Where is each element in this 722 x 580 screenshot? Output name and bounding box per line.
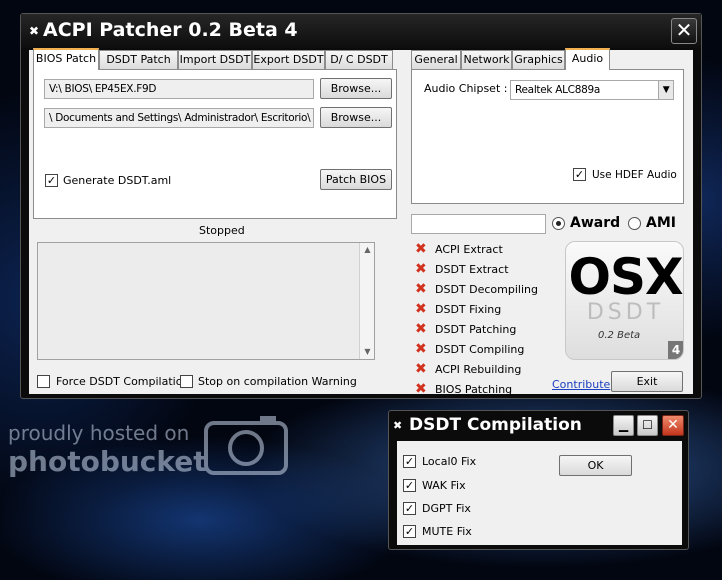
app-icon: ✖ (28, 24, 40, 38)
error-x-icon: ✖ (415, 241, 427, 257)
camera-icon (204, 416, 288, 475)
step-label: DSDT Extract (435, 263, 509, 276)
fix-checkbox-dgpt[interactable]: ✓ (403, 502, 416, 515)
window-content: BIOS Patch DSDT Patch Import DSDT Export… (29, 48, 693, 397)
osx-dsdt-logo: OSX DSDT 0.2 Beta 4 (565, 241, 684, 360)
error-x-icon: ✖ (415, 341, 427, 357)
step-label: ACPI Rebuilding (435, 363, 522, 376)
force-compilation-checkbox[interactable] (37, 375, 50, 388)
maximize-button[interactable]: ☐ (637, 415, 658, 436)
chevron-down-icon[interactable]: ▼ (658, 81, 673, 99)
ok-button[interactable]: OK (559, 455, 632, 476)
fix-checkbox-wak[interactable]: ✓ (403, 479, 416, 492)
step-label: DSDT Fixing (435, 303, 502, 316)
fix-checkbox-mute[interactable]: ✓ (403, 525, 416, 538)
watermark-line1: proudly hosted on (8, 421, 190, 445)
step-label: DSDT Compiling (435, 343, 525, 356)
error-x-icon: ✖ (415, 361, 427, 377)
log-scrollbar[interactable]: ▲ ▼ (359, 243, 374, 359)
contribute-link[interactable]: Contribute (552, 378, 610, 391)
dialog-content: ✓ Local0 Fix ✓ WAK Fix ✓ DGPT Fix ✓ MUTE… (397, 441, 682, 545)
radio-award[interactable] (552, 217, 565, 230)
error-x-icon: ✖ (415, 301, 427, 317)
dsdt-path-field[interactable]: \ Documents and Settings\ Administrador\… (44, 108, 314, 128)
step-label: BIOS Patching (435, 383, 513, 396)
fix-checkbox-local0[interactable]: ✓ (403, 455, 416, 468)
logo-osx-text: OSX (568, 248, 683, 306)
radio-ami-label: AMI (646, 215, 676, 231)
logo-dsdt-text: DSDT (586, 300, 665, 325)
dsdt-compilation-dialog: ✖ DSDT Compilation ▁ ☐ ✕ ✓ Local0 Fix ✓ … (388, 410, 689, 550)
force-compilation-label: Force DSDT Compilation (56, 375, 190, 388)
tab-network[interactable]: Network (461, 50, 512, 69)
use-hdef-label: Use HDEF Audio (592, 169, 677, 181)
stop-on-warning-checkbox[interactable] (180, 375, 193, 388)
tab-bios-patch[interactable]: BIOS Patch (33, 48, 99, 70)
exit-button[interactable]: Exit (611, 371, 683, 392)
minimize-button[interactable]: ▁ (613, 415, 634, 436)
tab-import-dsdt[interactable]: Import DSDT (178, 50, 252, 69)
error-x-icon: ✖ (415, 261, 427, 277)
bios-patch-panel: V:\ BIOS\ EP45EX.F9D Browse... \ Documen… (33, 69, 397, 219)
title-bar[interactable]: ✖ ACPI Patcher 0.2 Beta 4 ✕ (21, 14, 701, 48)
photobucket-watermark: proudly hosted on photobucket (0, 405, 310, 495)
audio-chipset-value: Realtek ALC889a (515, 84, 600, 96)
fix-label: WAK Fix (422, 479, 466, 492)
step-label: DSDT Decompiling (435, 283, 538, 296)
error-x-icon: ✖ (415, 381, 427, 397)
fix-label: Local0 Fix (422, 455, 477, 468)
audio-panel: Audio Chipset : Realtek ALC889a ▼ ✓ Use … (411, 69, 684, 204)
bios-input-field[interactable] (411, 214, 546, 234)
log-output[interactable]: ▲ ▼ (37, 242, 375, 360)
app-icon: ✖ (393, 419, 403, 432)
step-label: DSDT Patching (435, 323, 517, 336)
browse-dsdt-button[interactable]: Browse... (320, 107, 392, 128)
tab-audio[interactable]: Audio (565, 48, 610, 70)
fix-label: MUTE Fix (422, 525, 472, 538)
patch-bios-button[interactable]: Patch BIOS (320, 169, 392, 190)
error-x-icon: ✖ (415, 321, 427, 337)
window-title: ACPI Patcher 0.2 Beta 4 (43, 19, 298, 41)
logo-version-text: 0.2 Beta (598, 330, 641, 341)
stop-on-warning-label: Stop on compilation Warning (198, 375, 357, 388)
dialog-close-button[interactable]: ✕ (662, 415, 684, 436)
generate-dsdt-checkbox[interactable]: ✓ (45, 174, 58, 187)
dialog-title: DSDT Compilation (409, 415, 582, 435)
acpi-patcher-window: ✖ ACPI Patcher 0.2 Beta 4 ✕ BIOS Patch D… (20, 13, 702, 399)
bios-path-field[interactable]: V:\ BIOS\ EP45EX.F9D (44, 79, 314, 99)
fix-label: DGPT Fix (422, 502, 471, 515)
radio-ami[interactable] (628, 217, 641, 230)
error-x-icon: ✖ (415, 281, 427, 297)
logo-badge: 4 (668, 341, 683, 359)
tab-dc-dsdt[interactable]: D/ C DSDT (325, 50, 393, 69)
generate-dsdt-label: Generate DSDT.aml (63, 174, 172, 187)
tab-dsdt-patch[interactable]: DSDT Patch (99, 50, 178, 69)
scroll-up-icon[interactable]: ▲ (360, 243, 375, 257)
watermark-line2: photobucket (8, 445, 207, 478)
tab-general[interactable]: General (411, 50, 461, 69)
status-text: Stopped (199, 224, 245, 237)
audio-chipset-label: Audio Chipset : (424, 82, 508, 95)
use-hdef-checkbox[interactable]: ✓ (573, 168, 586, 181)
tab-graphics[interactable]: Graphics (512, 50, 565, 69)
audio-chipset-select[interactable]: Realtek ALC889a ▼ (510, 80, 674, 100)
radio-award-label: Award (570, 215, 621, 231)
close-button[interactable]: ✕ (671, 18, 697, 44)
tab-export-dsdt[interactable]: Export DSDT (252, 50, 325, 69)
scroll-down-icon[interactable]: ▼ (360, 345, 375, 359)
step-label: ACPI Extract (435, 243, 503, 256)
browse-bios-button[interactable]: Browse... (320, 78, 392, 99)
